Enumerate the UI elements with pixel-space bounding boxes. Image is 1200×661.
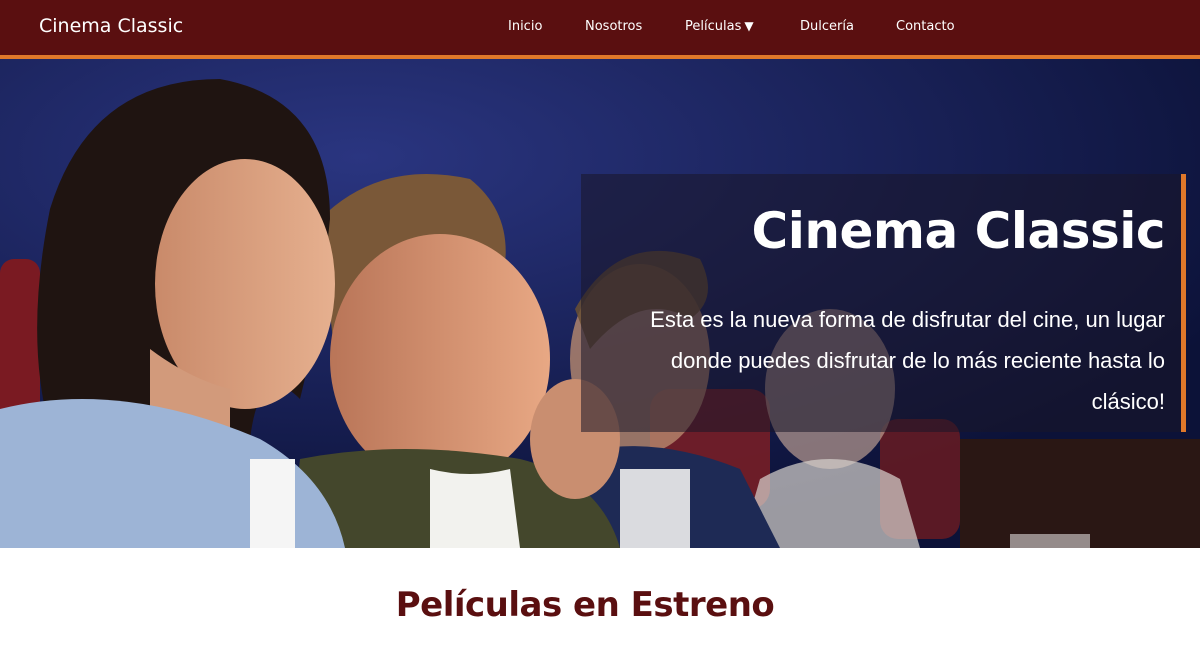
caret-down-icon: ▼: [744, 19, 754, 33]
nav-link-contacto[interactable]: Contacto: [896, 19, 955, 34]
nav-link-peliculas-label: Películas: [685, 19, 742, 34]
hero-description: Esta es la nueva forma de disfrutar del …: [650, 307, 1165, 414]
nav-links: Inicio Nosotros Películas ▼ Dulcería Cont…: [0, 19, 1200, 39]
nav-link-peliculas-dropdown[interactable]: Películas ▼: [685, 19, 754, 34]
hero-overlay-card: Cinema Classic Esta es la nueva forma de…: [581, 174, 1186, 432]
section-title-estrenos: Películas en Estreno: [395, 585, 775, 625]
hero-title: Cinema Classic: [751, 202, 1166, 260]
hero-banner: Cinema Classic Esta es la nueva forma de…: [0, 59, 1200, 548]
nav-link-inicio[interactable]: Inicio: [508, 19, 542, 34]
nav-link-dulceria[interactable]: Dulcería: [800, 19, 854, 34]
top-navbar: Cinema Classic Inicio Nosotros Películas…: [0, 0, 1200, 59]
nav-link-nosotros[interactable]: Nosotros: [585, 19, 642, 34]
